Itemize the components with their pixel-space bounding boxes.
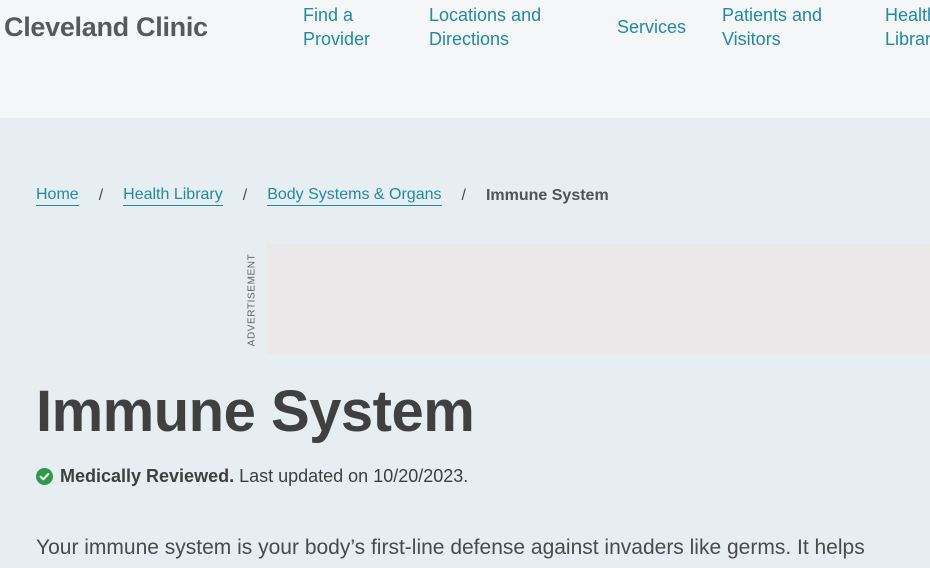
- breadcrumb-separator: /: [242, 187, 248, 204]
- nav-patients-line-1: Patients and: [722, 5, 823, 25]
- breadcrumb-separator: /: [461, 187, 466, 204]
- nav-locations-and-directions[interactable]: Locations and Directions: [429, 3, 541, 51]
- nav-locations-line-1: Locations and: [429, 5, 542, 25]
- nav-patients-line-2: Visitors: [722, 29, 781, 49]
- breadcrumb-separator: /: [98, 187, 104, 204]
- medically-reviewed-label: Medically Reviewed.: [60, 465, 235, 486]
- nav-health-library-line-2: Library: [885, 29, 930, 49]
- nav-find-a-provider[interactable]: Find a Provider: [303, 3, 370, 51]
- nav-find-a-provider-line-2: Provider: [303, 29, 371, 49]
- breadcrumb-home[interactable]: Home: [36, 186, 79, 206]
- article-intro: Your immune system is your body’s first-…: [36, 536, 865, 559]
- advertisement-slot[interactable]: [266, 244, 930, 354]
- nav-find-a-provider-line-1: Find a: [303, 5, 354, 25]
- breadcrumb: Home / Health Library / Body Systems & O…: [36, 184, 609, 208]
- page-title: Immune System: [36, 379, 475, 444]
- breadcrumb-body-systems-organs[interactable]: Body Systems & Organs: [267, 186, 442, 206]
- nav-locations-line-2: Directions: [429, 29, 510, 49]
- nav-health-library[interactable]: Health Library: [885, 3, 930, 51]
- nav-health-library-line-1: Health: [885, 5, 930, 25]
- breadcrumb-current: Immune System: [485, 187, 609, 204]
- nav-patients-and-visitors[interactable]: Patients and Visitors: [722, 3, 822, 51]
- site-logo[interactable]: Cleveland Clinic: [4, 12, 208, 43]
- check-circle-icon: [36, 467, 53, 485]
- nav-services-label: Services: [617, 17, 687, 37]
- breadcrumb-health-library[interactable]: Health Library: [123, 186, 223, 206]
- medical-review-status: Medically Reviewed. Last updated on 10/2…: [36, 464, 468, 488]
- advertisement-label: ADVERTISEMENT: [246, 253, 258, 347]
- last-updated-text: Last updated on 10/20/2023.: [239, 465, 469, 486]
- site-header: Cleveland Clinic Find a Provider Locatio…: [0, 0, 930, 118]
- nav-services[interactable]: Services: [617, 15, 686, 39]
